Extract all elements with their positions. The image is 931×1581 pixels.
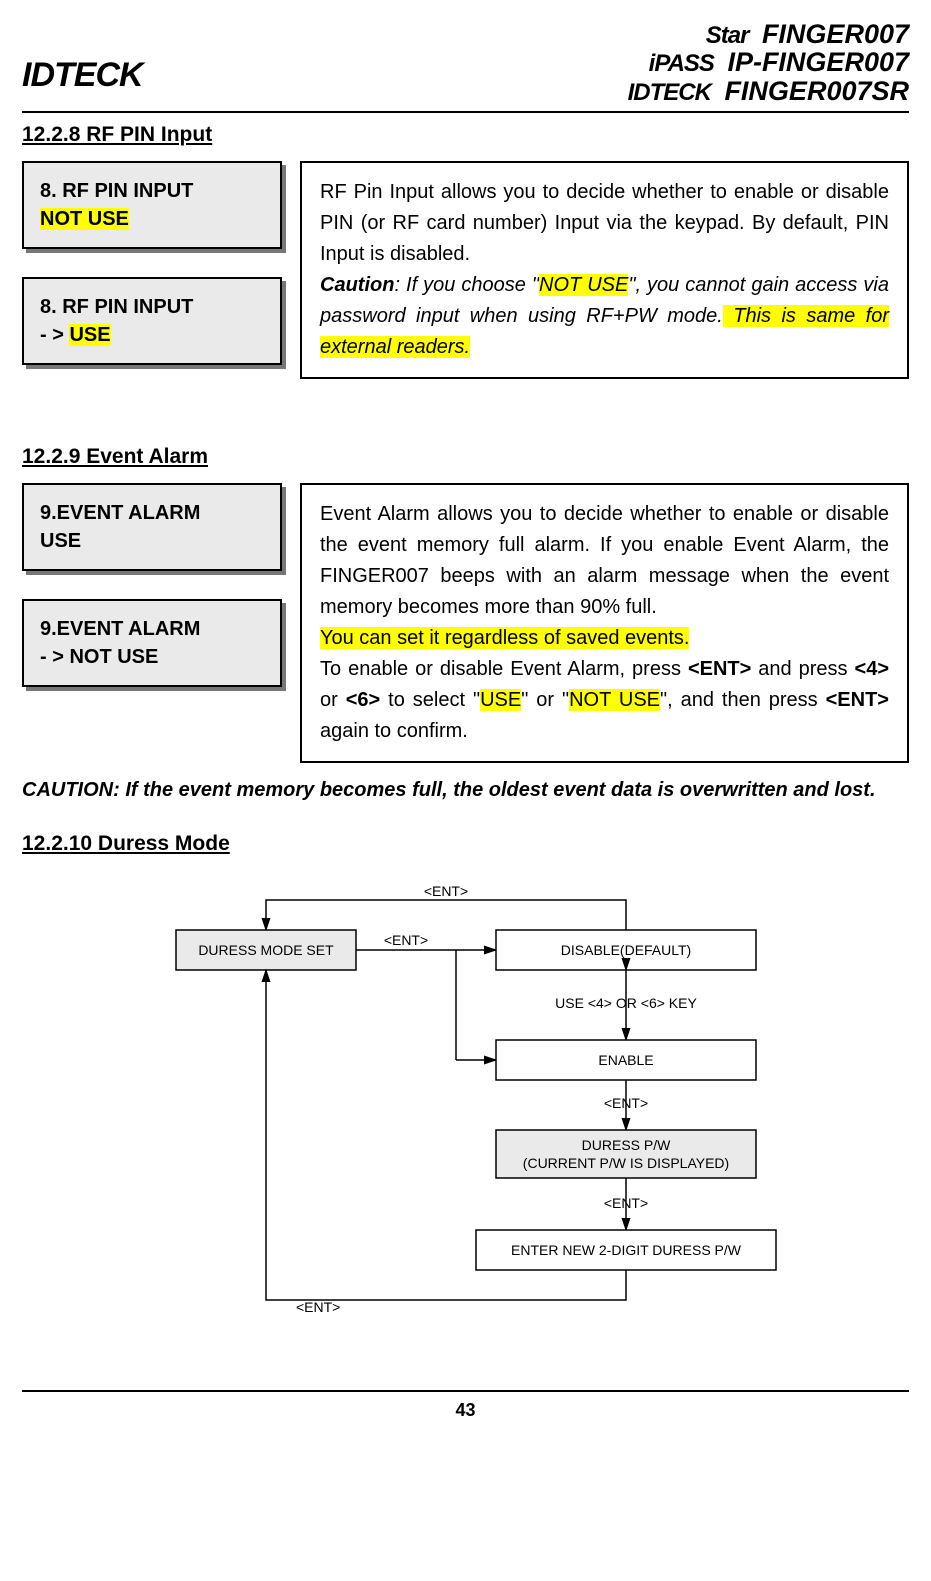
- heading-12210: 12.2.10 Duress Mode: [22, 832, 909, 856]
- flow-node-duress-mode-set: DURESS MODE SET: [198, 942, 334, 958]
- flow-label-ent: <ENT>: [603, 1095, 647, 1111]
- flow-node-duress-pw-l2: (CURRENT P/W IS DISPLAYED): [522, 1155, 728, 1171]
- model-ipfinger007: IP-FINGER007: [727, 47, 909, 77]
- lcd-event-alarm-use: 9.EVENT ALARM USE: [22, 483, 282, 571]
- description-1229: Event Alarm allows you to decide whether…: [300, 483, 909, 763]
- lcd-line: 9.EVENT ALARM: [40, 499, 264, 527]
- brand-prefix-ipass: iPASS: [649, 50, 714, 77]
- flow-node-enter-pw: ENTER NEW 2-DIGIT DURESS P/W: [511, 1242, 742, 1258]
- highlight-notuse: NOT USE: [569, 689, 660, 711]
- flow-node-disable: DISABLE(DEFAULT): [560, 942, 690, 958]
- lcd-column-1229: 9.EVENT ALARM USE 9.EVENT ALARM - > NOT …: [22, 483, 282, 763]
- key-6: <6>: [346, 689, 380, 711]
- page-footer: 43: [22, 1390, 909, 1421]
- section-1228-body: 8. RF PIN INPUT NOT USE 8. RF PIN INPUT …: [22, 161, 909, 379]
- key-ent: <ENT>: [688, 658, 751, 680]
- flowchart-svg: <ENT> DURESS MODE SET <ENT> DISABLE(DEFA…: [76, 880, 856, 1340]
- caution-highlight: NOT USE: [539, 274, 628, 296]
- section-1229-body: 9.EVENT ALARM USE 9.EVENT ALARM - > NOT …: [22, 483, 909, 763]
- brand-logo-idteck: IDTECK: [22, 56, 143, 95]
- brand-prefix-idteck: IDTECK: [628, 79, 711, 106]
- lcd-line: - > USE: [40, 321, 264, 349]
- flow-node-duress-pw-l1: DURESS P/W: [581, 1137, 670, 1153]
- heading-1228: 12.2.8 RF PIN Input: [22, 123, 909, 147]
- desc-paragraph: RF Pin Input allows you to decide whethe…: [320, 177, 889, 270]
- lcd-column-1228: 8. RF PIN INPUT NOT USE 8. RF PIN INPUT …: [22, 161, 282, 379]
- lcd-line: USE: [40, 527, 264, 555]
- lcd-line: - > NOT USE: [40, 643, 264, 671]
- lcd-event-alarm-notuse: 9.EVENT ALARM - > NOT USE: [22, 599, 282, 687]
- desc-paragraph: Event Alarm allows you to decide whether…: [320, 499, 889, 623]
- text: again to confirm.: [320, 720, 468, 742]
- highlight-use: USE: [480, 689, 521, 711]
- text: and press: [751, 658, 854, 680]
- desc-highlight-line: You can set it regardless of saved event…: [320, 623, 889, 654]
- flow-label-ent: <ENT>: [603, 1195, 647, 1211]
- text: " or ": [521, 689, 569, 711]
- key-ent: <ENT>: [826, 689, 889, 711]
- model-finger007: FINGER007: [762, 19, 909, 49]
- text: To enable or disable Event Alarm, press: [320, 658, 688, 680]
- text: or: [320, 689, 346, 711]
- desc-paragraph: To enable or disable Event Alarm, press …: [320, 654, 889, 747]
- brand-prefix-star: Star: [706, 22, 749, 49]
- page-container: IDTECK Star FINGER007 iPASS IP-FINGER007…: [0, 0, 931, 1441]
- description-1228: RF Pin Input allows you to decide whethe…: [300, 161, 909, 379]
- lcd-prefix: - >: [40, 324, 69, 346]
- lcd-line: 8. RF PIN INPUT: [40, 177, 264, 205]
- lcd-line: NOT USE: [40, 205, 264, 233]
- highlight-text: You can set it regardless of saved event…: [320, 627, 689, 649]
- lcd-rf-pin-use: 8. RF PIN INPUT - > USE: [22, 277, 282, 365]
- model-line-1: Star FINGER007: [628, 20, 909, 48]
- desc-caution: Caution: If you choose "NOT USE", you ca…: [320, 270, 889, 363]
- flow-label-use46: USE <4> OR <6> KEY: [555, 995, 697, 1011]
- page-number: 43: [455, 1400, 475, 1420]
- flow-label-ent: <ENT>: [383, 932, 427, 948]
- page-header: IDTECK Star FINGER007 iPASS IP-FINGER007…: [22, 20, 909, 113]
- caution-memory-full: CAUTION: If the event memory becomes ful…: [22, 779, 909, 802]
- product-models: Star FINGER007 iPASS IP-FINGER007 IDTECK…: [628, 20, 909, 105]
- lcd-line: 8. RF PIN INPUT: [40, 293, 264, 321]
- lcd-rf-pin-notuse: 8. RF PIN INPUT NOT USE: [22, 161, 282, 249]
- flow-label-ent: <ENT>: [296, 1299, 340, 1315]
- model-line-2: iPASS IP-FINGER007: [628, 48, 909, 76]
- key-4: <4>: [855, 658, 889, 680]
- text: ", and then press: [660, 689, 826, 711]
- text: to select ": [380, 689, 480, 711]
- duress-mode-flowchart: <ENT> DURESS MODE SET <ENT> DISABLE(DEFA…: [22, 870, 909, 1360]
- lcd-line: 9.EVENT ALARM: [40, 615, 264, 643]
- model-finger007sr: FINGER007SR: [724, 76, 909, 106]
- model-line-3: IDTECK FINGER007SR: [628, 77, 909, 105]
- caution-text: : If you choose ": [394, 274, 539, 296]
- flow-label-ent: <ENT>: [423, 883, 467, 899]
- lcd-highlight: USE: [69, 324, 110, 346]
- heading-1229: 12.2.9 Event Alarm: [22, 445, 909, 469]
- caution-label: Caution: [320, 274, 394, 296]
- lcd-highlight: NOT USE: [40, 208, 129, 230]
- flow-node-enable: ENABLE: [598, 1052, 653, 1068]
